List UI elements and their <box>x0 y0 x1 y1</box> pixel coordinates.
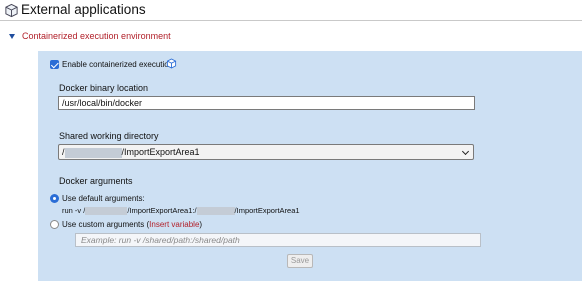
cmd-part-2: /ImportExportArea1:/ <box>127 206 197 215</box>
insert-variable-link[interactable]: Insert variable <box>149 220 199 229</box>
shared-dir-label: Shared working directory <box>59 131 159 141</box>
default-args-command: run -v / /ImportExportArea1:/ /ImportExpor… <box>62 206 300 216</box>
custom-args-input[interactable]: Example: run -v /shared/path:/shared/pat… <box>75 233 481 247</box>
cmd-part-3: /ImportExportArea1 <box>234 206 300 215</box>
redacted-text <box>196 207 235 216</box>
docker-binary-input[interactable]: /usr/local/bin/docker <box>58 96 475 110</box>
default-args-label: Use default arguments: <box>62 194 145 203</box>
paren-close: ) <box>199 220 203 229</box>
redacted-text <box>85 207 128 216</box>
default-args-radio[interactable] <box>50 194 59 203</box>
section-toggle[interactable]: Containerized execution environment <box>9 31 229 45</box>
shared-dir-suffix: /ImportExportArea1 <box>121 147 200 157</box>
custom-args-radio[interactable] <box>50 220 59 229</box>
section-title: Containerized execution environment <box>22 31 171 41</box>
enable-containerized-checkbox[interactable] <box>50 60 59 69</box>
triangle-down-icon <box>9 34 15 39</box>
docker-args-label: Docker arguments <box>59 176 133 186</box>
docker-binary-label: Docker binary location <box>59 83 149 93</box>
redacted-text <box>64 147 122 158</box>
enable-containerized-label: Enable containerized execution <box>62 60 174 69</box>
containerized-settings-panel: Enable containerized execution Docker bi… <box>38 51 582 281</box>
cmd-part-1: run -v / <box>62 206 86 215</box>
custom-args-label: Use custom arguments (Insert variable) <box>62 220 202 229</box>
chevron-down-icon <box>461 147 470 156</box>
cube-icon[interactable] <box>166 58 177 69</box>
page-header: External applications <box>0 0 582 21</box>
save-button[interactable]: Save <box>287 254 313 268</box>
custom-args-text: Use custom arguments <box>62 220 145 229</box>
shared-dir-select[interactable]: //ImportExportArea1 <box>58 144 474 160</box>
page-title: External applications <box>21 2 146 17</box>
cube-icon <box>5 3 18 18</box>
